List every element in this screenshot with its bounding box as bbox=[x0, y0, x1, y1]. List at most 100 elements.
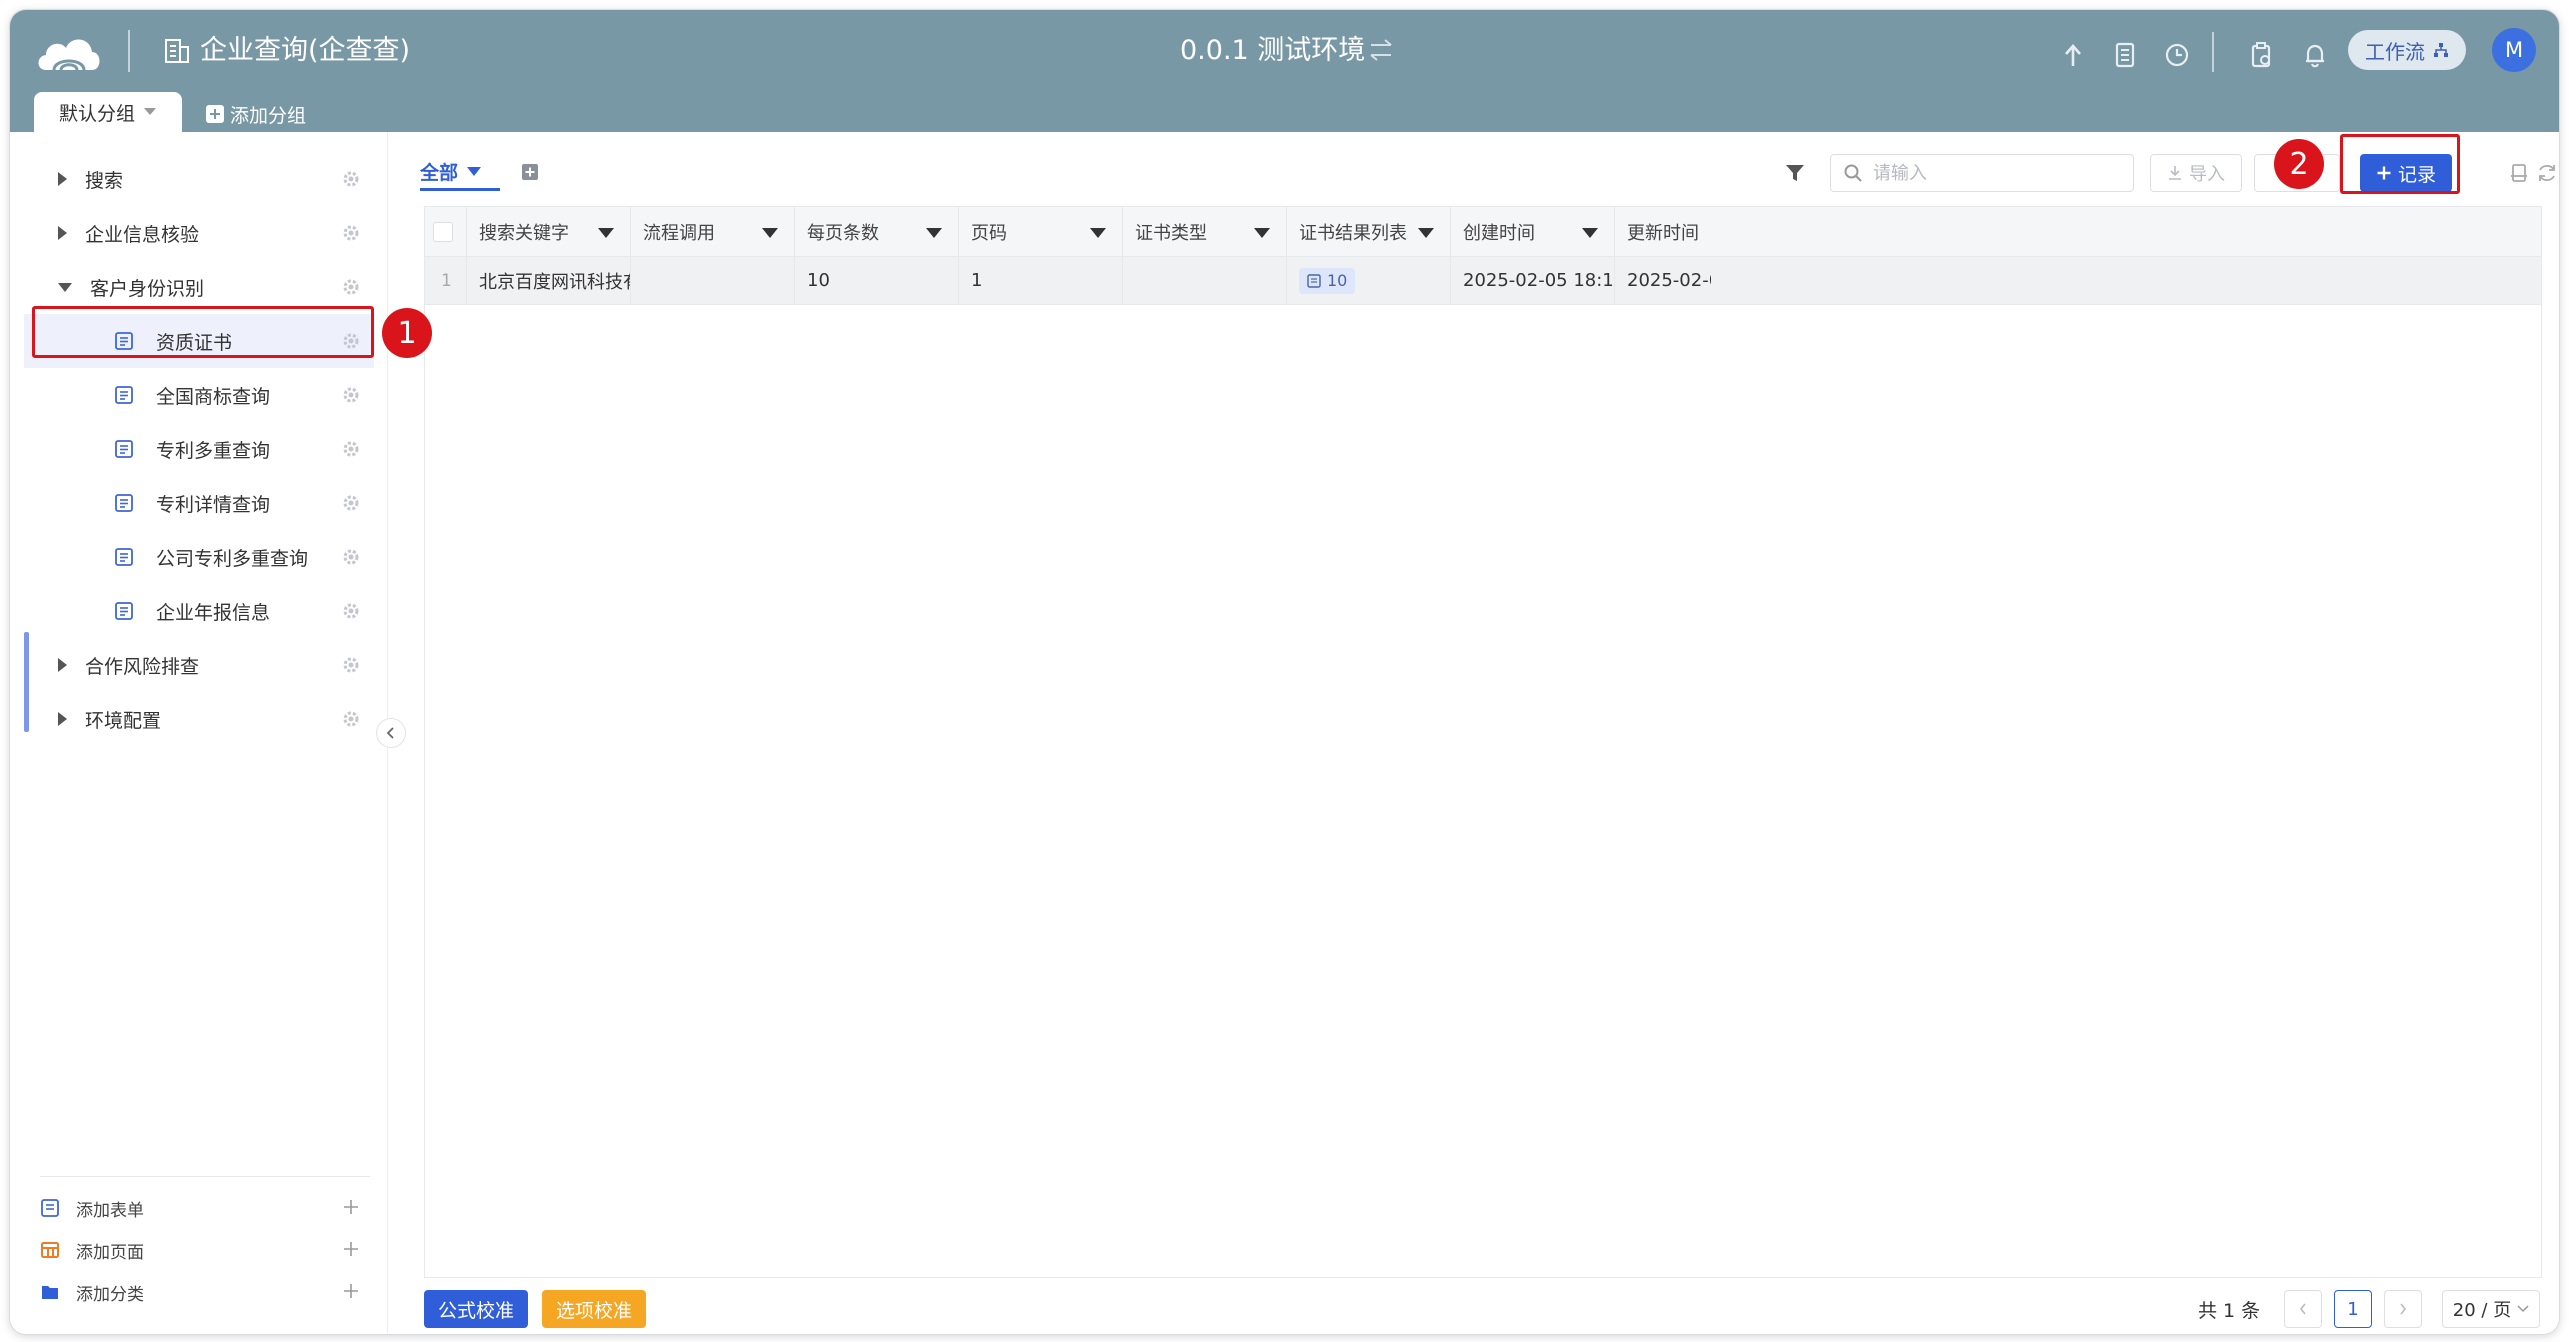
chevron-down-icon bbox=[2517, 1305, 2529, 1313]
sidebar-child-trademark-query[interactable]: 全国商标查询 bbox=[24, 368, 374, 422]
form-icon bbox=[115, 386, 133, 404]
pagination-prev-button[interactable] bbox=[2284, 1290, 2322, 1328]
cell-cert-type[interactable] bbox=[1123, 257, 1287, 304]
sidebar-item-environment-config[interactable]: 环境配置 bbox=[24, 692, 374, 746]
step-badge-1: 1 bbox=[382, 308, 432, 358]
document-icon[interactable] bbox=[2110, 40, 2140, 70]
gear-icon[interactable] bbox=[342, 386, 360, 404]
sidebar-child-qualification-certificate[interactable]: 资质证书 bbox=[24, 314, 374, 368]
add-form-button[interactable]: 添加表单 bbox=[40, 1188, 360, 1228]
add-record-button[interactable]: 记录 bbox=[2360, 154, 2452, 192]
gear-icon[interactable] bbox=[342, 332, 360, 350]
cell-created[interactable]: 2025-02-05 18:11:58 bbox=[1451, 257, 1615, 304]
caret-right-icon[interactable] bbox=[58, 172, 67, 186]
collapse-sidebar-button[interactable] bbox=[376, 718, 406, 748]
cell-flow[interactable] bbox=[631, 257, 795, 304]
column-header-keyword[interactable]: 搜索关键字 bbox=[467, 207, 631, 256]
gear-icon[interactable] bbox=[342, 656, 360, 674]
clipboard-icon[interactable] bbox=[2246, 40, 2276, 70]
switch-environment-icon[interactable] bbox=[1365, 34, 1397, 66]
sidebar-child-patent-detail-query[interactable]: 专利详情查询 bbox=[24, 476, 374, 530]
caret-down-icon[interactable] bbox=[762, 228, 778, 238]
caret-down-icon[interactable] bbox=[926, 228, 942, 238]
formula-calibration-button[interactable]: 公式校准 bbox=[424, 1290, 528, 1328]
plus-icon[interactable] bbox=[342, 1282, 360, 1300]
add-group-button[interactable]: 添加分组 bbox=[206, 100, 306, 128]
cell-page[interactable]: 1 bbox=[959, 257, 1123, 304]
table-header: 搜索关键字 流程调用 每页条数 页码 证书类型 证书结果列表 创建时间 更新时间 bbox=[425, 207, 2541, 257]
cell-updated[interactable]: 2025-02-05 18:1 bbox=[1615, 257, 1711, 304]
gear-icon[interactable] bbox=[342, 494, 360, 512]
caret-down-icon[interactable] bbox=[58, 282, 72, 292]
pagination-page-button[interactable]: 1 bbox=[2334, 1290, 2372, 1328]
plus-square-icon bbox=[206, 105, 224, 123]
view-tab-all[interactable]: 全部 bbox=[420, 158, 482, 185]
sidebar-item-search[interactable]: 搜索 bbox=[24, 152, 374, 206]
chevron-right-icon bbox=[2400, 1303, 2407, 1315]
add-page-button[interactable]: 添加页面 bbox=[40, 1230, 360, 1270]
column-header-page[interactable]: 页码 bbox=[959, 207, 1123, 256]
table-row[interactable]: 1 北京百度网讯科技有限公司 10 1 10 bbox=[425, 257, 2541, 305]
caret-down-icon[interactable] bbox=[1090, 228, 1106, 238]
caret-down-icon[interactable] bbox=[598, 228, 614, 238]
plus-icon[interactable] bbox=[342, 1240, 360, 1258]
column-header-cert-results[interactable]: 证书结果列表 bbox=[1287, 207, 1451, 256]
upload-icon[interactable] bbox=[2058, 40, 2088, 70]
column-header-flow[interactable]: 流程调用 bbox=[631, 207, 795, 256]
sidebar-child-patent-multi-query[interactable]: 专利多重查询 bbox=[24, 422, 374, 476]
import-button[interactable]: 导入 bbox=[2150, 154, 2242, 192]
workflow-button[interactable]: 工作流 bbox=[2348, 30, 2466, 70]
caret-down-icon[interactable] bbox=[1582, 228, 1598, 238]
sidebar-child-annual-report[interactable]: 企业年报信息 bbox=[24, 584, 374, 638]
column-header-page-size[interactable]: 每页条数 bbox=[795, 207, 959, 256]
sidebar-item-cooperation-risk[interactable]: 合作风险排查 bbox=[24, 638, 374, 692]
gear-icon[interactable] bbox=[342, 224, 360, 242]
gear-icon[interactable] bbox=[342, 548, 360, 566]
cell-keyword[interactable]: 北京百度网讯科技有限公司 bbox=[467, 257, 631, 304]
column-header-cert-type[interactable]: 证书类型 bbox=[1123, 207, 1287, 256]
bell-icon[interactable] bbox=[2300, 40, 2330, 70]
pagination-next-button[interactable] bbox=[2384, 1290, 2422, 1328]
cell-cert-results[interactable]: 10 bbox=[1287, 257, 1451, 304]
gear-icon[interactable] bbox=[342, 278, 360, 296]
sidebar-item-enterprise-verify[interactable]: 企业信息核验 bbox=[24, 206, 374, 260]
option-calibration-button[interactable]: 选项校准 bbox=[542, 1290, 646, 1328]
caret-down-icon[interactable] bbox=[1254, 228, 1270, 238]
column-header-label: 流程调用 bbox=[643, 222, 715, 244]
gear-icon[interactable] bbox=[342, 602, 360, 620]
search-icon bbox=[1844, 164, 1862, 182]
sub-table-chip[interactable]: 10 bbox=[1299, 267, 1356, 294]
history-clock-icon[interactable] bbox=[2162, 40, 2192, 70]
add-record-label: 记录 bbox=[2397, 163, 2436, 186]
search-box[interactable] bbox=[1830, 154, 2134, 192]
environment-title[interactable]: 0.0.1 测试环境 bbox=[1180, 32, 1365, 70]
filter-icon[interactable] bbox=[1784, 162, 1806, 184]
print-icon[interactable] bbox=[2508, 162, 2530, 184]
add-view-icon[interactable] bbox=[520, 162, 540, 182]
caret-right-icon[interactable] bbox=[58, 658, 67, 672]
group-tab-default[interactable]: 默认分组 bbox=[34, 92, 182, 132]
caret-down-icon[interactable] bbox=[1418, 228, 1434, 238]
cell-page-size[interactable]: 10 bbox=[795, 257, 959, 304]
download-icon bbox=[2169, 166, 2181, 180]
refresh-icon[interactable] bbox=[2536, 162, 2558, 184]
search-input[interactable] bbox=[1873, 162, 2113, 184]
gear-icon[interactable] bbox=[342, 710, 360, 728]
add-category-button[interactable]: 添加分类 bbox=[40, 1272, 360, 1312]
gear-icon[interactable] bbox=[342, 170, 360, 188]
app-title[interactable]: 企业查询(企查查) bbox=[200, 32, 410, 70]
user-avatar[interactable]: M bbox=[2492, 28, 2536, 72]
sidebar-item-customer-identity[interactable]: 客户身份识别 bbox=[24, 260, 374, 314]
plus-icon bbox=[2377, 166, 2391, 180]
cloud-logo-icon[interactable] bbox=[34, 28, 104, 74]
column-header-label: 证书结果列表 bbox=[1299, 222, 1407, 244]
caret-right-icon[interactable] bbox=[58, 226, 67, 240]
column-header-updated[interactable]: 更新时间 bbox=[1615, 207, 1711, 256]
gear-icon[interactable] bbox=[342, 440, 360, 458]
caret-right-icon[interactable] bbox=[58, 712, 67, 726]
sidebar-child-company-patent-query[interactable]: 公司专利多重查询 bbox=[24, 530, 374, 584]
column-header-created[interactable]: 创建时间 bbox=[1451, 207, 1615, 256]
page-size-select[interactable]: 20 / 页 bbox=[2442, 1290, 2540, 1328]
plus-icon[interactable] bbox=[342, 1198, 360, 1216]
select-all-checkbox[interactable] bbox=[433, 221, 453, 242]
